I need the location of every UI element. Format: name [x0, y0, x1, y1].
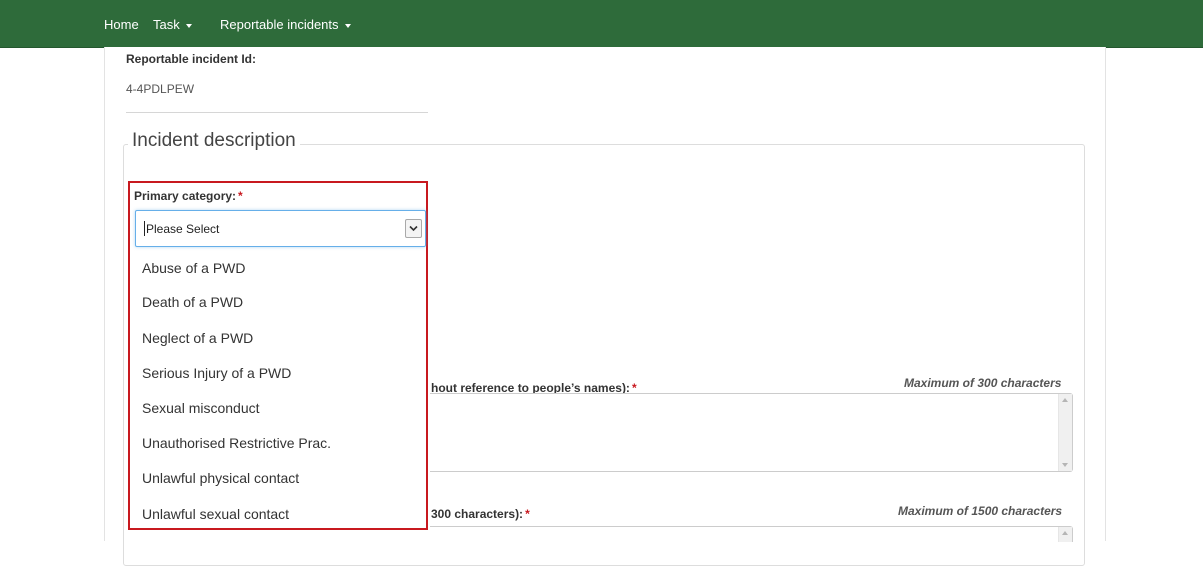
dropdown-option-death[interactable]: Death of a PWD — [142, 294, 243, 310]
top-navbar: Home Task Reportable incidents — [0, 0, 1203, 48]
dropdown-option-neglect[interactable]: Neglect of a PWD — [142, 330, 253, 346]
summary-textarea[interactable] — [430, 393, 1073, 472]
nav-reportable-label: Reportable incidents — [220, 17, 339, 32]
nav-task-menu[interactable]: Task — [153, 17, 192, 32]
selected-value: Please Select — [143, 221, 220, 236]
section-legend: Incident description — [128, 130, 300, 152]
incident-id-label: Reportable incident Id: — [126, 52, 257, 66]
divider — [126, 112, 428, 113]
dropdown-option-unlawful-physical[interactable]: Unlawful physical contact — [142, 470, 299, 486]
detail-textarea[interactable] — [430, 526, 1073, 542]
scroll-down-icon[interactable] — [1062, 463, 1068, 467]
detail-max-note: Maximum of 1500 characters — [898, 504, 1063, 518]
summary-max-note: Maximum of 300 characters — [904, 376, 1062, 390]
caret-down-icon — [185, 23, 192, 28]
scroll-up-icon[interactable] — [1062, 398, 1068, 402]
dropdown-option-unlawful-sexual[interactable]: Unlawful sexual contact — [142, 506, 289, 522]
primary-category-dropdown: Abuse of a PWD Death of a PWD Neglect of… — [135, 250, 426, 528]
incident-id-value: 4-4PDLPEW — [126, 82, 195, 96]
scroll-up-icon[interactable] — [1062, 531, 1068, 535]
textarea-scrollbar[interactable] — [1058, 527, 1072, 542]
chevron-down-icon[interactable] — [405, 219, 422, 238]
dropdown-option-sexual-misconduct[interactable]: Sexual misconduct — [142, 400, 260, 416]
primary-category-label: Primary category: * — [134, 189, 243, 203]
detail-field-label: 300 characters): * — [431, 507, 530, 521]
caret-down-icon — [344, 23, 351, 28]
nav-task-label: Task — [153, 17, 180, 32]
textarea-scrollbar[interactable] — [1058, 394, 1072, 471]
primary-category-select[interactable]: Please Select — [135, 210, 426, 247]
dropdown-option-abuse[interactable]: Abuse of a PWD — [142, 260, 246, 276]
nav-reportable-incidents-menu[interactable]: Reportable incidents — [220, 17, 351, 32]
nav-home-link[interactable]: Home — [104, 17, 139, 32]
dropdown-option-serious-injury[interactable]: Serious Injury of a PWD — [142, 365, 291, 381]
dropdown-option-restrictive-practice[interactable]: Unauthorised Restrictive Prac. — [142, 435, 331, 451]
